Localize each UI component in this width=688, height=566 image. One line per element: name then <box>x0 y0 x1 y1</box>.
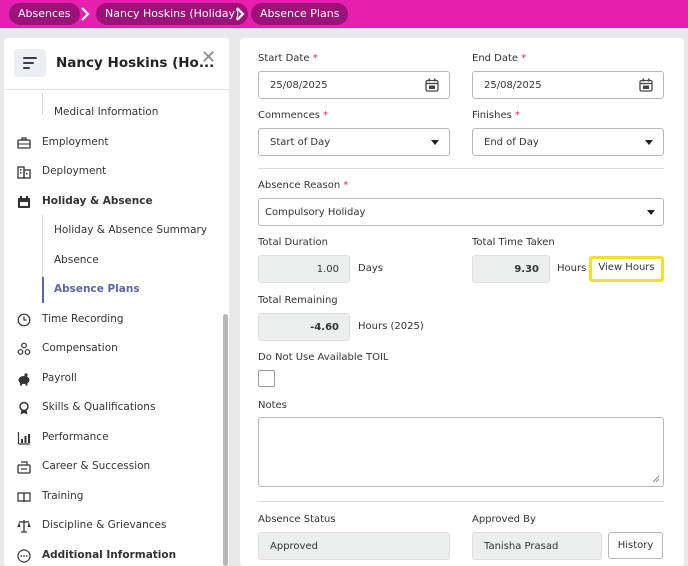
calendar-icon[interactable] <box>425 78 439 92</box>
approved-by-label: Approved By <box>472 514 536 525</box>
sidebar-item-performance[interactable]: Performance <box>4 425 224 451</box>
caret-down-icon <box>645 140 653 145</box>
absence-reason-select[interactable]: Compulsory Holiday <box>258 198 664 226</box>
total-duration-label: Total Duration <box>258 237 328 248</box>
menu-toggle-button[interactable] <box>14 49 46 77</box>
toil-checkbox[interactable] <box>258 370 275 387</box>
piggy-bank-icon <box>18 373 30 386</box>
end-date-input[interactable]: 25/08/2025 <box>472 71 664 99</box>
approved-by-value: Tanisha Prasad <box>472 532 602 560</box>
breadcrumb-nancy-hoskins-holiday[interactable]: Nancy Hoskins (Holiday) <box>96 3 249 25</box>
absence-reason-label: Absence Reason * <box>258 180 349 191</box>
sidebar-item-skills-qualifications[interactable]: Skills & Qualifications <box>4 395 224 421</box>
total-time-taken-label: Total Time Taken <box>472 237 555 248</box>
sidebar-item-additional-information[interactable]: Additional Information <box>4 543 224 566</box>
resize-handle-icon[interactable] <box>652 475 660 483</box>
sidebar: Nancy Hoskins (Ho... ✕ Medical Informati… <box>4 38 229 566</box>
caret-down-icon <box>431 140 439 145</box>
toil-label: Do Not Use Available TOIL <box>258 352 389 363</box>
total-time-taken-value: 9.30 <box>472 255 550 283</box>
sidebar-scrollbar[interactable] <box>223 314 228 566</box>
sidebar-item-medical-information[interactable]: Medical Information <box>4 100 224 126</box>
sidebar-item-training[interactable]: Training <box>4 484 224 510</box>
sidebar-item-absence-plans[interactable]: Absence Plans <box>4 277 224 303</box>
absence-status-label: Absence Status <box>258 514 336 525</box>
end-date-label: End Date * <box>472 53 527 64</box>
calendar-icon[interactable] <box>639 78 653 92</box>
commences-label: Commences * <box>258 110 329 121</box>
total-remaining-unit: Hours (2025) <box>358 321 424 332</box>
total-time-taken-unit: Hours <box>557 263 587 274</box>
chevron-right-icon <box>236 7 245 21</box>
chevron-right-icon <box>81 7 90 21</box>
history-button[interactable]: History <box>608 532 663 559</box>
sidebar-item-career-succession[interactable]: Career & Succession <box>4 454 224 480</box>
briefcase-icon <box>17 137 31 149</box>
calendar-icon <box>18 196 30 208</box>
start-date-label: Start Date * <box>258 53 318 64</box>
view-hours-button[interactable]: View Hours <box>589 256 664 282</box>
clock-icon <box>17 313 31 327</box>
total-remaining-value: -4.60 <box>258 313 350 341</box>
sidebar-item-holiday-absence[interactable]: Holiday & Absence <box>4 189 224 215</box>
sidebar-item-time-recording[interactable]: Time Recording <box>4 307 224 333</box>
sidebar-item-discipline-grievances[interactable]: Discipline & Grievances <box>4 513 224 539</box>
close-icon[interactable]: ✕ <box>201 47 216 68</box>
breadcrumb-absences[interactable]: Absences <box>9 3 80 25</box>
start-date-input[interactable]: 25/08/2025 <box>258 71 450 99</box>
sidebar-item-compensation[interactable]: Compensation <box>4 336 224 362</box>
total-duration-unit: Days <box>358 263 383 274</box>
career-icon <box>17 461 31 474</box>
sidebar-item-deployment[interactable]: Deployment <box>4 159 224 185</box>
finishes-select[interactable]: End of Day <box>472 128 664 156</box>
scales-icon <box>17 520 31 533</box>
commences-select[interactable]: Start of Day <box>258 128 450 156</box>
coins-icon <box>17 342 31 355</box>
divider <box>258 168 664 169</box>
sidebar-item-payroll[interactable]: Payroll <box>4 366 224 392</box>
absence-plan-form: Start Date * 25/08/2025 End Date * 25/08… <box>240 38 684 566</box>
notes-label: Notes <box>258 400 287 411</box>
total-duration-value: 1.00 <box>258 255 350 283</box>
breadcrumb-absence-plans[interactable]: Absence Plans <box>251 3 349 25</box>
sidebar-item-holiday-absence-summary[interactable]: Holiday & Absence Summary <box>4 218 224 244</box>
employee-name: Nancy Hoskins (Ho... <box>56 55 215 71</box>
divider <box>258 501 664 502</box>
more-icon <box>17 549 31 563</box>
caret-down-icon <box>647 210 655 215</box>
bar-chart-icon <box>17 432 30 445</box>
building-icon <box>17 166 31 179</box>
absence-status-value: Approved <box>258 532 450 560</box>
sidebar-header: Nancy Hoskins (Ho... ✕ <box>4 38 229 90</box>
breadcrumb: Absences Nancy Hoskins (Holiday) Absence… <box>0 0 688 28</box>
total-remaining-label: Total Remaining <box>258 295 338 306</box>
finishes-label: Finishes * <box>472 110 521 121</box>
notes-textarea[interactable] <box>258 417 664 487</box>
sidebar-item-employment[interactable]: Employment <box>4 130 224 156</box>
sidebar-item-absence[interactable]: Absence <box>4 248 224 274</box>
book-icon <box>17 492 31 503</box>
award-icon <box>19 401 29 415</box>
